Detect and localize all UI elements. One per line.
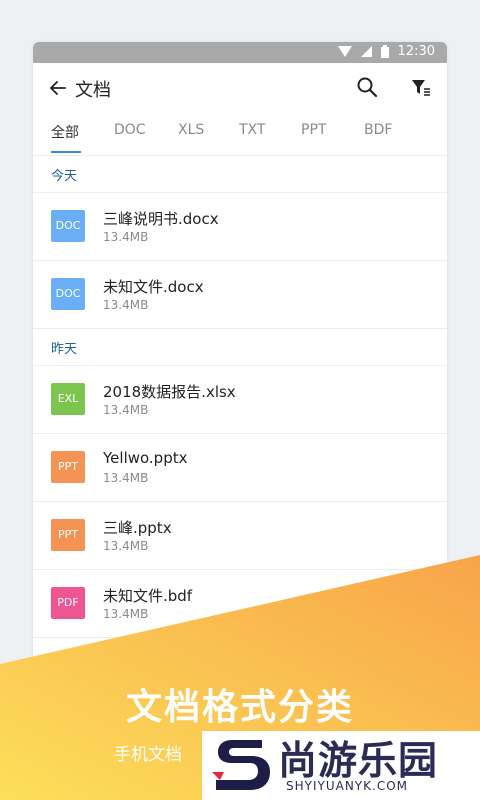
status-bar: 12:30 [33, 42, 447, 63]
filter-icon[interactable] [410, 76, 432, 98]
file-size: 13.4MB [103, 403, 149, 417]
file-size: 13.4MB [103, 298, 149, 312]
file-size: 13.4MB [103, 230, 149, 244]
list-item[interactable]: DOC 未知文件.docx 13.4MB [33, 261, 447, 329]
list-item[interactable]: PDF 未知文件.bdf 13.4MB [33, 570, 447, 638]
section-label: 昨天 [51, 342, 78, 357]
phone-screen: 12:30 文档 全部 DOC XLS TXT PPT BDF 今天 DOC 三… [33, 42, 447, 800]
wifi-icon [337, 46, 352, 57]
excel-file-icon: EXL [51, 383, 85, 415]
list-item[interactable]: PPT 三峰.pptx 13.4MB [33, 502, 447, 570]
file-name: 未知文件.bdf [103, 587, 193, 605]
section-label: 今天 [51, 169, 78, 184]
signal-icon [360, 46, 372, 57]
section-header-yesterday: 昨天 [33, 329, 447, 366]
list-item[interactable]: EXL 2018数据报告.xlsx 13.4MB [33, 366, 447, 434]
tab-bdf[interactable]: BDF [364, 122, 392, 138]
tab-xls[interactable]: XLS [178, 122, 204, 138]
pdf-file-icon: PDF [51, 587, 85, 619]
file-name: 未知文件.docx [103, 278, 204, 296]
section-header-today: 今天 [33, 156, 447, 193]
status-time: 12:30 [397, 44, 435, 59]
search-icon[interactable] [356, 76, 378, 98]
file-size: 13.4MB [103, 539, 149, 553]
file-size: 13.4MB [103, 471, 149, 485]
tab-txt[interactable]: TXT [239, 122, 265, 138]
page-title: 文档 [75, 80, 111, 101]
file-size: 13.4MB [103, 607, 149, 621]
ppt-file-icon: PPT [51, 519, 85, 551]
file-name: 三峰.pptx [103, 519, 172, 537]
tab-doc[interactable]: DOC [114, 122, 146, 138]
file-name: 三峰说明书.docx [103, 210, 219, 228]
file-name: 2018数据报告.xlsx [103, 383, 236, 401]
ppt-file-icon: PPT [51, 451, 85, 483]
file-name: Yellwo.pptx [103, 449, 188, 467]
doc-file-icon: DOC [51, 210, 85, 242]
tab-ppt[interactable]: PPT [301, 122, 326, 138]
file-list: 今天 DOC 三峰说明书.docx 13.4MB DOC 未知文件.docx 1… [33, 156, 447, 638]
active-tab-indicator [51, 151, 81, 153]
battery-icon [380, 45, 389, 58]
list-item[interactable]: DOC 三峰说明书.docx 13.4MB [33, 193, 447, 261]
file-type-tabs: 全部 DOC XLS TXT PPT BDF [33, 113, 447, 156]
app-bar: 文档 [33, 63, 447, 113]
tab-all[interactable]: 全部 [51, 122, 79, 142]
doc-file-icon: DOC [51, 278, 85, 310]
back-arrow-icon[interactable] [49, 77, 67, 99]
list-item[interactable]: PPT Yellwo.pptx 13.4MB [33, 434, 447, 502]
